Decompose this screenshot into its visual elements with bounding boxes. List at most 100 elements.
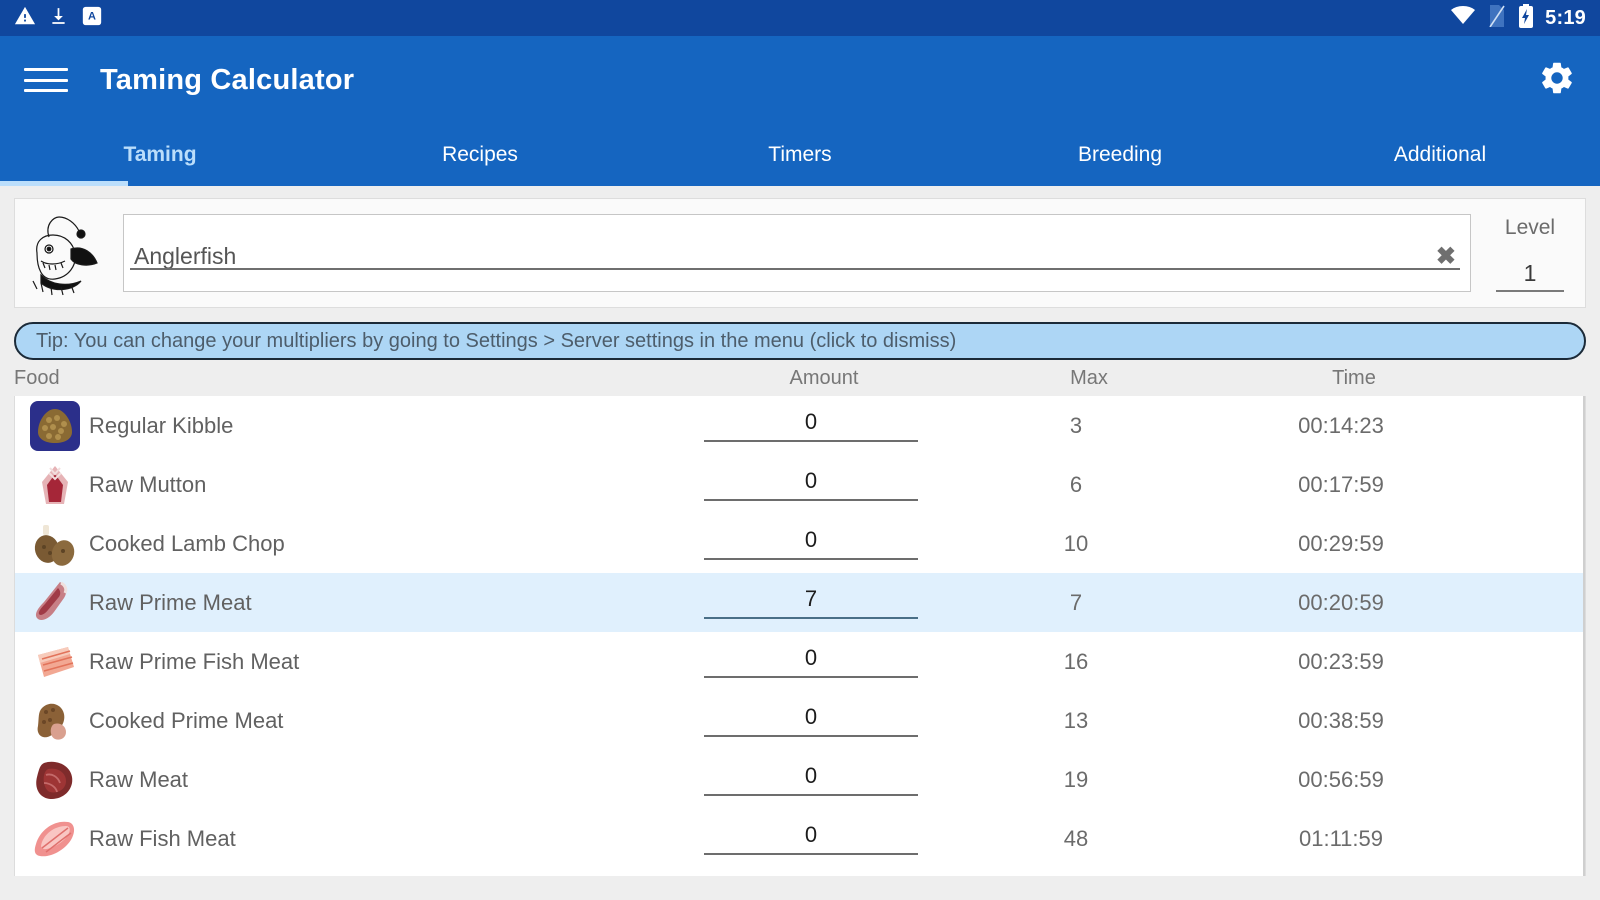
max-value: 48	[961, 826, 1191, 852]
max-value: 3	[961, 413, 1191, 439]
anglerfish-icon	[25, 207, 109, 299]
raw-mutton-icon	[29, 459, 81, 511]
amount-input[interactable]: 0	[704, 822, 918, 855]
food-cell: Raw Prime Meat	[15, 577, 661, 629]
table-row[interactable]: Raw Prime Fish Meat 0 1600:23:59	[15, 632, 1585, 691]
food-cell: Raw Meat	[15, 754, 661, 806]
status-bar-left-icons: A	[14, 5, 103, 32]
food-name: Raw Meat	[89, 767, 188, 793]
sim-off-icon	[1487, 5, 1507, 32]
time-value: 00:23:59	[1191, 649, 1491, 675]
app-bar: Taming Calculator	[0, 36, 1600, 124]
time-value: 00:29:59	[1191, 531, 1491, 557]
cooked-lamb-chop-icon	[29, 518, 81, 570]
food-list: Regular Kibble 0 300:14:23 Raw Mutton 0 600:1…	[14, 396, 1586, 876]
amount-input[interactable]: 0	[704, 704, 918, 737]
clear-x-icon[interactable]: ✖	[1436, 242, 1456, 271]
amount-cell: 0	[661, 409, 961, 442]
time-value: 01:11:59	[1191, 826, 1491, 852]
food-name: Raw Prime Fish Meat	[89, 649, 299, 675]
amount-input[interactable]: 7	[704, 586, 918, 619]
table-row[interactable]: Cooked Prime Meat01300:38:59	[15, 691, 1585, 750]
download-icon	[48, 5, 69, 32]
wifi-icon	[1450, 6, 1476, 31]
amount-cell: 0	[661, 645, 961, 678]
food-name: Raw Fish Meat	[89, 826, 236, 852]
table-header: Food Amount Max Time	[0, 360, 1600, 396]
max-value: 19	[961, 767, 1191, 793]
amount-cell: 7	[661, 586, 961, 619]
food-cell: Cooked Lamb Chop	[15, 518, 661, 570]
gear-icon[interactable]	[1538, 59, 1576, 102]
max-value: 10	[961, 531, 1191, 557]
food-cell: Raw Mutton	[15, 459, 661, 511]
hamburger-menu-icon[interactable]	[24, 63, 70, 97]
amount-input[interactable]: 0	[704, 409, 918, 442]
raw-prime-fish-meat-icon	[29, 636, 81, 688]
tab-additional[interactable]: Additional	[1280, 124, 1600, 186]
max-value: 13	[961, 708, 1191, 734]
page-title: Taming Calculator	[100, 64, 354, 97]
food-name: Cooked Prime Meat	[89, 708, 283, 734]
search-underline	[130, 268, 1460, 270]
amount-input[interactable]: 0	[704, 527, 918, 560]
tip-banner-text: Tip: You can change your multipliers by …	[36, 330, 956, 353]
tab-bar: Taming Recipes Timers Breeding Additiona…	[0, 124, 1600, 186]
table-row[interactable]: Cooked Lamb Chop 0 1000:29:59	[15, 514, 1585, 573]
table-row[interactable]: Raw Meat 0 1900:56:59	[15, 750, 1585, 809]
raw-prime-meat-icon	[29, 577, 81, 629]
tab-recipes[interactable]: Recipes	[320, 124, 640, 186]
battery-charging-icon	[1518, 4, 1534, 33]
level-input[interactable]: 1	[1496, 260, 1564, 292]
amount-cell: 0	[661, 822, 961, 855]
max-value: 16	[961, 649, 1191, 675]
svg-text:A: A	[88, 10, 96, 22]
status-bar-right-icons: 5:19	[1450, 4, 1586, 33]
creature-selector-card: Anglerfish ✖ Level 1	[14, 198, 1586, 308]
column-header-amount: Amount	[674, 367, 974, 390]
time-value: 00:56:59	[1191, 767, 1491, 793]
food-name: Regular Kibble	[89, 413, 233, 439]
vertical-scrollbar[interactable]	[1583, 396, 1585, 876]
food-name: Cooked Lamb Chop	[89, 531, 285, 557]
food-cell: Regular Kibble	[15, 400, 661, 452]
column-header-max: Max	[974, 367, 1204, 390]
status-bar: A 5:19	[0, 0, 1600, 36]
table-row[interactable]: Raw Mutton 0 600:17:59	[15, 455, 1585, 514]
tip-banner[interactable]: Tip: You can change your multipliers by …	[14, 322, 1586, 360]
level-group: Level 1	[1487, 208, 1573, 298]
tab-timers[interactable]: Timers	[640, 124, 960, 186]
food-cell: Raw Fish Meat	[15, 813, 661, 865]
raw-fish-meat-icon	[29, 813, 81, 865]
amount-cell: 0	[661, 704, 961, 737]
translate-icon: A	[81, 5, 103, 32]
amount-cell: 0	[661, 468, 961, 501]
main-content: Anglerfish ✖ Level 1 Tip: You can change…	[0, 198, 1600, 900]
amount-input[interactable]: 0	[704, 645, 918, 678]
status-bar-clock: 5:19	[1545, 7, 1586, 30]
table-row[interactable]: Raw Fish Meat 0 4801:11:59	[15, 809, 1585, 868]
amount-input[interactable]: 0	[704, 763, 918, 796]
creature-search-field[interactable]: Anglerfish ✖	[123, 214, 1471, 292]
food-cell: Raw Prime Fish Meat	[15, 636, 661, 688]
max-value: 6	[961, 472, 1191, 498]
food-cell: Cooked Prime Meat	[15, 695, 661, 747]
time-value: 00:14:23	[1191, 413, 1491, 439]
raw-meat-icon	[29, 754, 81, 806]
tab-taming[interactable]: Taming	[0, 124, 320, 186]
column-header-time: Time	[1204, 367, 1504, 390]
amount-input[interactable]: 0	[704, 468, 918, 501]
max-value: 7	[961, 590, 1191, 616]
time-value: 00:20:59	[1191, 590, 1491, 616]
cooked-prime-meat-icon	[29, 695, 81, 747]
amount-cell: 0	[661, 763, 961, 796]
tab-breeding[interactable]: Breeding	[960, 124, 1280, 186]
table-row[interactable]: Regular Kibble 0 300:14:23	[15, 396, 1585, 455]
regular-kibble-icon	[29, 400, 81, 452]
food-name: Raw Mutton	[89, 472, 206, 498]
table-row[interactable]: Raw Prime Meat7700:20:59	[15, 573, 1585, 632]
level-label: Level	[1505, 216, 1555, 240]
amount-cell: 0	[661, 527, 961, 560]
column-header-food: Food	[14, 367, 674, 390]
time-value: 00:17:59	[1191, 472, 1491, 498]
